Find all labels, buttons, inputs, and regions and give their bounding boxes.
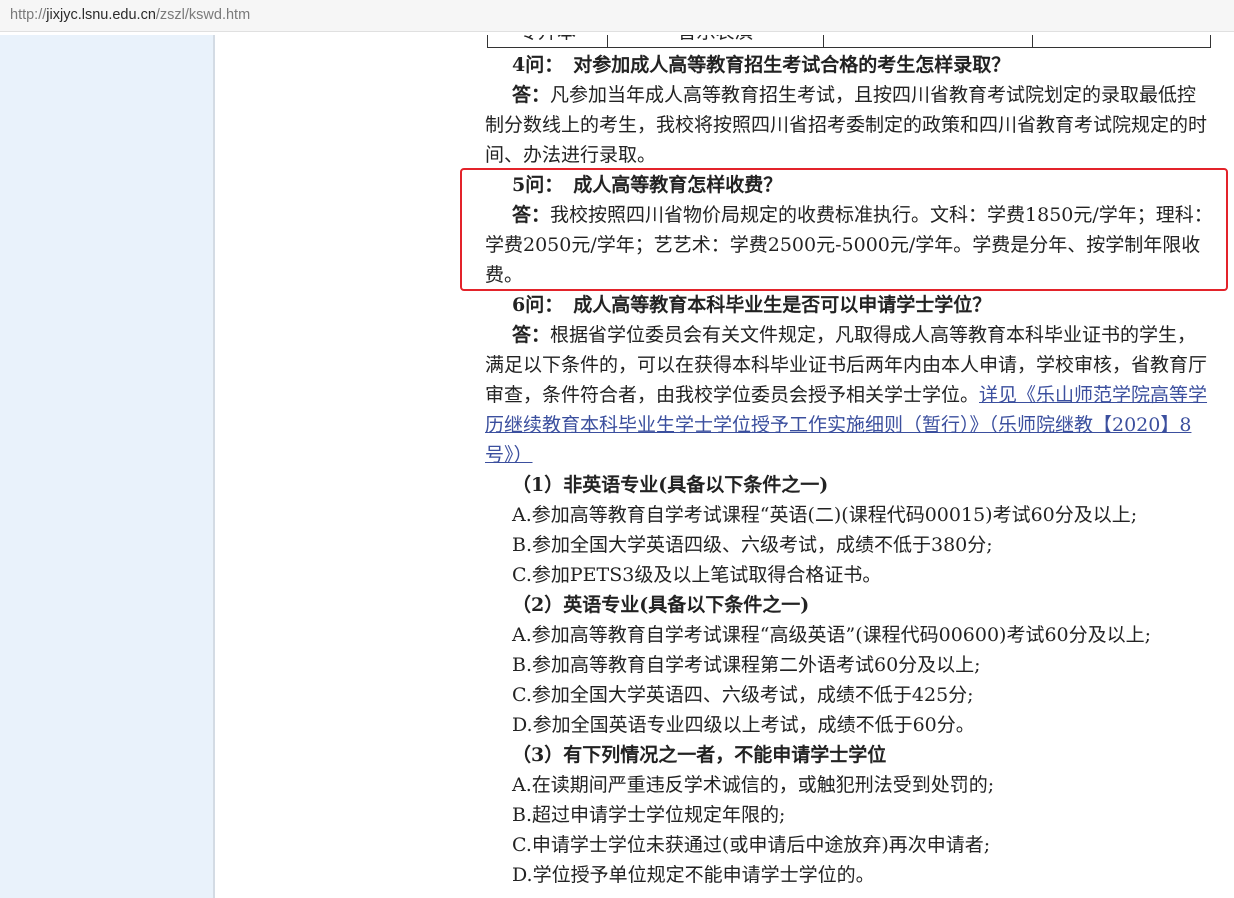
address-bar[interactable]: http://jixjyc.lsnu.edu.cn/zszl/kswd.htm: [0, 0, 1234, 32]
question-4: 4问： 对参加成人高等教育招生考试合格的考生怎样录取？: [485, 50, 1225, 80]
answer-text: 根据省学位委员会有关文件规定，凡取得成人高等教育本科毕业证书的学生，: [550, 324, 1197, 346]
answer-6-line: 满足以下条件的，可以在获得本科毕业证书后两年内由本人申请，学校审核，省教育厅: [485, 354, 1208, 376]
answer-4-line: 答：凡参加当年成人高等教育招生考试，且按四川省教育考试院划定的录取最低控: [485, 80, 1225, 110]
answer-5-line: 费。: [485, 264, 524, 286]
condition-heading: （1）非英语专业(具备以下条件之一): [512, 474, 829, 496]
question-label: 4问：: [512, 54, 564, 76]
regulation-link[interactable]: 详见《乐山师范学院高等学: [979, 384, 1207, 406]
answer-label: 答：: [512, 324, 551, 346]
answer-label: 答：: [512, 204, 551, 226]
question-text: 成人高等教育怎样收费？: [573, 174, 783, 196]
condition-item: A.参加高等教育自学考试课程“英语(二)(课程代码00015)考试60分及以上;: [512, 504, 1138, 526]
answer-text: 我校按照四川省物价局规定的收费标准执行。文科：学费1850元/学年；理科：: [550, 204, 1213, 226]
answer-4-line: 间、办法进行录取。: [485, 144, 657, 166]
condition-item: D.参加全国英语专业四级以上考试，成绩不低于60分。: [512, 714, 975, 736]
table-cell-major: 音乐表演: [608, 35, 824, 47]
table-cell-level: 专升本: [488, 35, 608, 47]
url-scheme: http://: [10, 7, 47, 23]
condition-item: D.学位授予单位规定不能申请学士学位的。: [512, 864, 875, 886]
answer-6-line: 审查，条件符合者，由我校学位委员会授予相关学士学位。详见《乐山师范学院高等学: [485, 380, 1225, 410]
condition-item: C.参加PETS3级及以上笔试取得合格证书。: [512, 564, 882, 586]
answer-text: 凡参加当年成人高等教育招生考试，且按四川省教育考试院划定的录取最低控: [550, 84, 1197, 106]
question-text: 成人高等教育本科毕业生是否可以申请学士学位？: [573, 294, 992, 316]
answer-6-line: 历继续教育本科毕业生学士学位授予工作实施细则（暂行）》（乐师院继教【2020】8: [485, 410, 1225, 440]
table-cell: [1033, 35, 1210, 47]
page-scroll-area[interactable]: 专升本 音乐表演 4问：对参加成人高等教育招生考试合格的考生怎样录取？ 答：凡参…: [0, 35, 1234, 898]
condition-item: B.超过申请学士学位规定年限的;: [512, 804, 786, 826]
table-cell: [824, 35, 1033, 47]
answer-text: 审查，条件符合者，由我校学位委员会授予相关学士学位。: [485, 384, 980, 406]
condition-item: B.参加全国大学英语四级、六级考试，成绩不低于380分;: [512, 534, 993, 556]
question-text: 对参加成人高等教育招生考试合格的考生怎样录取？: [573, 54, 1011, 76]
url-path: /zszl/kswd.htm: [155, 7, 251, 23]
question-label: 6问：: [512, 294, 564, 316]
question-label: 5问：: [512, 174, 564, 196]
table-row-fragment: 专升本 音乐表演: [487, 35, 1211, 48]
regulation-link[interactable]: 历继续教育本科毕业生学士学位授予工作实施细则（暂行）》（乐师院继教【2020】8: [485, 414, 1191, 436]
condition-item: B.参加高等教育自学考试课程第二外语考试60分及以上;: [512, 654, 981, 676]
question-5: 5问： 成人高等教育怎样收费？: [485, 170, 1225, 200]
answer-5-line: 答：我校按照四川省物价局规定的收费标准执行。文科：学费1850元/学年；理科：: [485, 200, 1225, 230]
condition-item: A.在读期间严重违反学术诚信的，或触犯刑法受到处罚的;: [512, 774, 995, 796]
left-side-panel: [0, 35, 215, 898]
condition-item: C.参加全国大学英语四、六级考试，成绩不低于425分;: [512, 684, 974, 706]
answer-label: 答：: [512, 84, 551, 106]
condition-item: A.参加高等教育自学考试课程“高级英语”(课程代码00600)考试60分及以上;: [512, 624, 1152, 646]
condition-heading: （2）英语专业(具备以下条件之一): [512, 594, 810, 616]
condition-heading: （3）有下列情况之一者，不能申请学士学位: [512, 744, 887, 766]
url-text[interactable]: http://jixjyc.lsnu.edu.cn/zszl/kswd.htm: [10, 0, 250, 31]
question-6: 6问： 成人高等教育本科毕业生是否可以申请学士学位？: [485, 290, 1225, 320]
answer-6-line: 答：根据省学位委员会有关文件规定，凡取得成人高等教育本科毕业证书的学生，: [485, 320, 1225, 350]
url-host: jixjyc.lsnu.edu.cn: [46, 7, 156, 23]
regulation-link[interactable]: 号》）: [485, 444, 533, 466]
answer-6-line: 号》）: [485, 440, 1225, 470]
condition-item: C.申请学士学位未获通过(或申请后中途放弃)再次申请者;: [512, 834, 991, 856]
answer-4-line: 制分数线上的考生，我校将按照四川省招考委制定的政策和四川省教育考试院规定的时: [485, 114, 1208, 136]
faq-content: 4问： 对参加成人高等教育招生考试合格的考生怎样录取？ 答：凡参加当年成人高等教育…: [485, 50, 1225, 890]
answer-5-line: 学费2050元/学年；艺艺术：学费2500元-5000元/学年。学费是分年、按学…: [485, 234, 1201, 256]
